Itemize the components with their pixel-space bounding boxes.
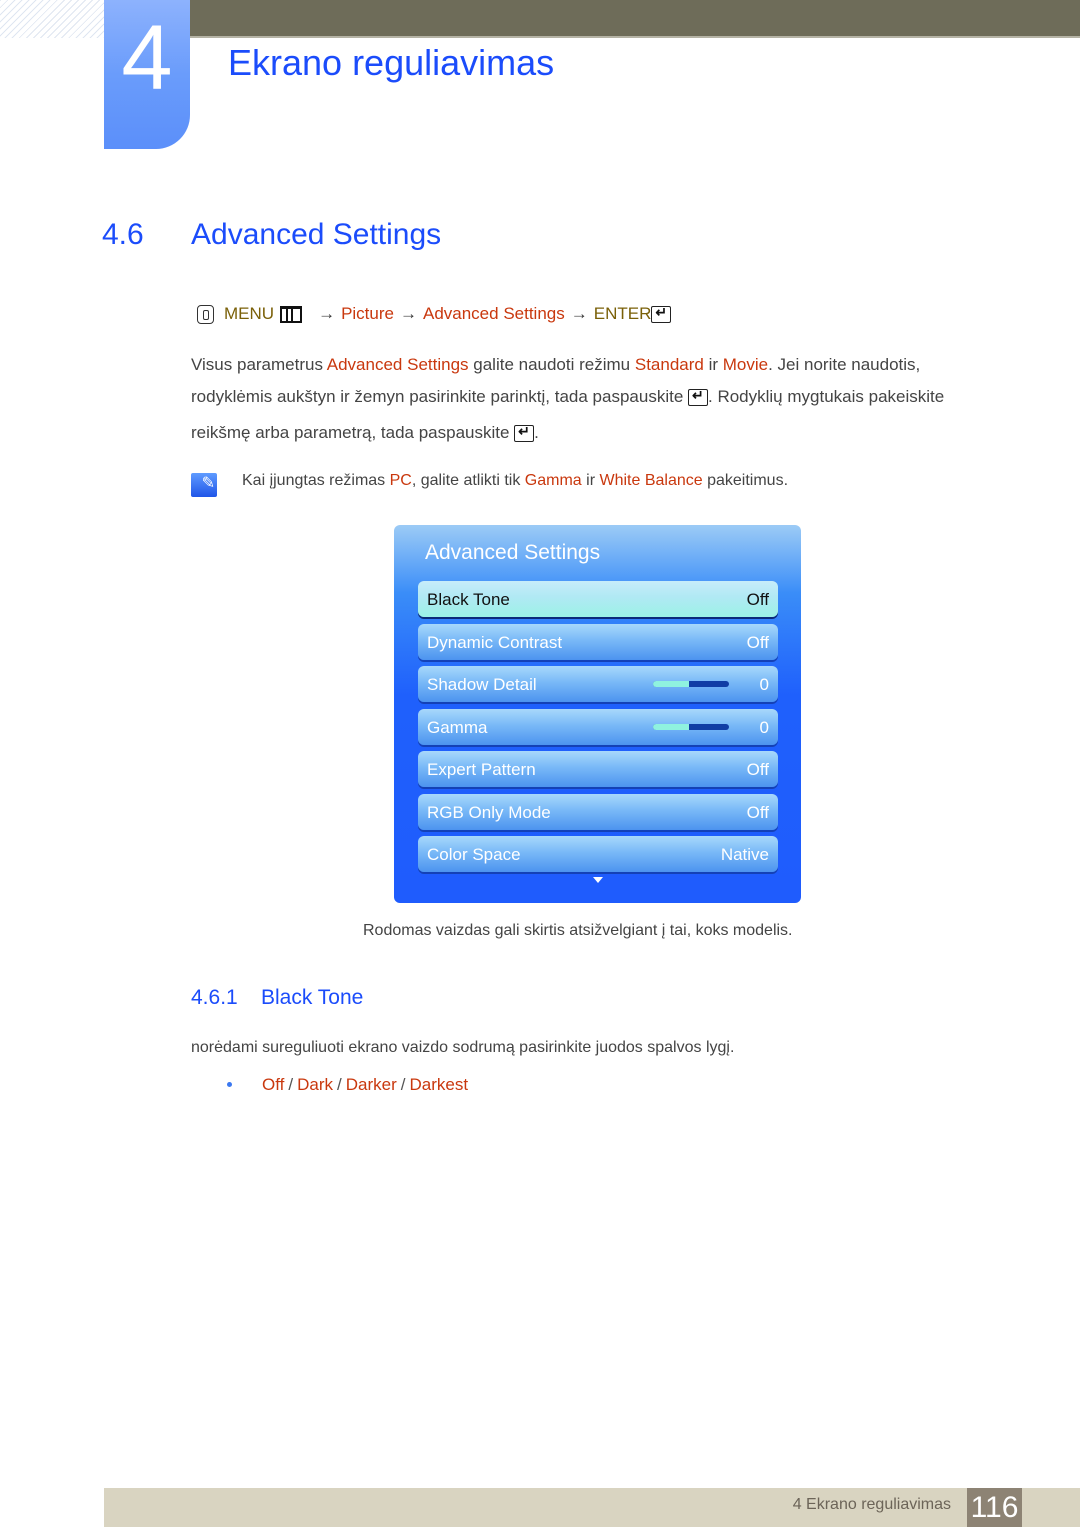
remote-hand-icon bbox=[197, 304, 214, 324]
osd-item-black-tone[interactable]: Black Tone Off bbox=[418, 581, 778, 617]
osd-item-gamma[interactable]: Gamma 0 bbox=[418, 709, 778, 745]
osd-item-color-space[interactable]: Color Space Native bbox=[418, 836, 778, 872]
image-caption: Rodomas vaizdas gali skirtis atsižvelgia… bbox=[363, 922, 793, 939]
osd-item-slider[interactable] bbox=[653, 681, 729, 687]
osd-item-value: 0 bbox=[759, 675, 769, 694]
subsection-description: norėdami sureguliuoti ekrano vaizdo sodr… bbox=[191, 1039, 735, 1056]
osd-advanced-settings-panel: Advanced Settings Black Tone Off Dynamic C… bbox=[394, 525, 801, 903]
arrow: → bbox=[570, 304, 588, 323]
osd-item-label: Dynamic Contrast bbox=[427, 633, 563, 652]
menu-icon bbox=[280, 305, 303, 323]
chapter-number: 4 bbox=[121, 7, 173, 109]
decorative-hatch bbox=[0, 0, 104, 38]
osd-item-label: Color Space bbox=[427, 845, 521, 864]
page-number: 116 bbox=[967, 1488, 1022, 1527]
menu-path: MENU → Picture → Advanced Settings → ENT… bbox=[197, 304, 672, 324]
scroll-down-icon[interactable] bbox=[593, 877, 603, 883]
enter-icon bbox=[514, 423, 535, 443]
bullet-icon bbox=[227, 1082, 232, 1087]
separator: / bbox=[288, 1075, 294, 1094]
highlight: Standard bbox=[634, 355, 704, 374]
subsection-number: 4.6.1 bbox=[191, 986, 238, 1009]
highlight: PC bbox=[389, 472, 412, 489]
text: . Rodyklių mygtukais pakeiskite bbox=[708, 387, 945, 406]
intro-line-3: reikšmę arba parametrą, tada paspauskite… bbox=[191, 423, 539, 443]
intro-line-2: rodyklėmis aukštyn ir žemyn pasirinkite … bbox=[191, 387, 944, 407]
intro-line-1: Visus parametrus Advanced Settings galit… bbox=[191, 355, 920, 375]
osd-item-rgb-only-mode[interactable]: RGB Only Mode Off bbox=[418, 794, 778, 830]
highlight: Movie bbox=[722, 355, 769, 374]
enter-icon bbox=[651, 304, 672, 323]
option-darkest: Darkest bbox=[409, 1075, 469, 1094]
text: galite naudoti režimu bbox=[468, 355, 635, 374]
menu-picture: Picture bbox=[341, 304, 394, 323]
osd-item-label: Shadow Detail bbox=[427, 675, 537, 694]
osd-item-expert-pattern[interactable]: Expert Pattern Off bbox=[418, 751, 778, 787]
osd-item-label: Expert Pattern bbox=[427, 760, 536, 779]
header-bar bbox=[190, 0, 1080, 38]
osd-item-slider[interactable] bbox=[653, 724, 729, 730]
osd-item-label: Gamma bbox=[427, 718, 488, 737]
text: Visus parametrus bbox=[191, 355, 327, 374]
chapter-title: Ekrano reguliavimas bbox=[228, 42, 555, 83]
menu-label: MENU bbox=[224, 304, 275, 323]
osd-item-value: Off bbox=[746, 760, 769, 779]
separator: / bbox=[337, 1075, 342, 1094]
osd-item-label: RGB Only Mode bbox=[427, 803, 551, 822]
osd-slider-fill bbox=[653, 724, 689, 730]
section-number: 4.6 bbox=[102, 218, 144, 251]
osd-item-dynamic-contrast[interactable]: Dynamic Contrast Off bbox=[418, 624, 778, 660]
separator: / bbox=[400, 1075, 406, 1094]
osd-item-value: Off bbox=[746, 590, 769, 609]
highlight: White Balance bbox=[599, 472, 703, 489]
text: , galite atlikti tik bbox=[411, 472, 525, 489]
footer-bar: 4 Ekrano reguliavimas bbox=[104, 1488, 1080, 1527]
arrow: → bbox=[318, 304, 336, 323]
osd-title: Advanced Settings bbox=[425, 541, 601, 564]
text: . bbox=[534, 423, 539, 442]
option-off: Off bbox=[262, 1075, 285, 1094]
subsection-title: Black Tone bbox=[261, 986, 364, 1009]
text: ir bbox=[703, 355, 723, 374]
osd-item-label: Black Tone bbox=[427, 590, 510, 609]
osd-item-value: Off bbox=[746, 803, 769, 822]
note-text: Kai įjungtas režimas PC, galite atlikti … bbox=[242, 472, 788, 490]
highlight: Gamma bbox=[524, 472, 582, 489]
osd-item-value: Native bbox=[720, 845, 769, 864]
text: ir bbox=[581, 472, 600, 489]
chapter-tab: 4 bbox=[104, 0, 190, 149]
osd-item-value: 0 bbox=[759, 718, 769, 737]
option-dark: Dark bbox=[297, 1075, 334, 1094]
black-tone-options: Off / Dark / Darker / Darkest bbox=[262, 1075, 468, 1095]
enter-icon bbox=[688, 387, 708, 407]
osd-item-value: Off bbox=[746, 633, 769, 652]
text: reikšmę arba parametrą, tada paspauskite bbox=[191, 423, 515, 442]
text: Kai įjungtas režimas bbox=[242, 472, 390, 489]
osd-slider-fill bbox=[653, 681, 689, 687]
option-darker: Darker bbox=[345, 1075, 397, 1094]
section-title: Advanced Settings bbox=[191, 218, 442, 251]
menu-advanced-settings: Advanced Settings bbox=[422, 304, 565, 323]
menu-enter: ENTER bbox=[593, 304, 652, 323]
note-icon bbox=[191, 473, 217, 497]
text: rodyklėmis aukštyn ir žemyn pasirinkite … bbox=[191, 387, 688, 406]
footer-chapter: 4 Ekrano reguliavimas bbox=[792, 1496, 951, 1513]
osd-item-shadow-detail[interactable]: Shadow Detail 0 bbox=[418, 666, 778, 702]
highlight: Advanced Settings bbox=[326, 355, 469, 374]
arrow: → bbox=[399, 304, 417, 323]
text: pakeitimus. bbox=[702, 472, 789, 489]
text: . Jei norite naudotis, bbox=[768, 355, 921, 374]
